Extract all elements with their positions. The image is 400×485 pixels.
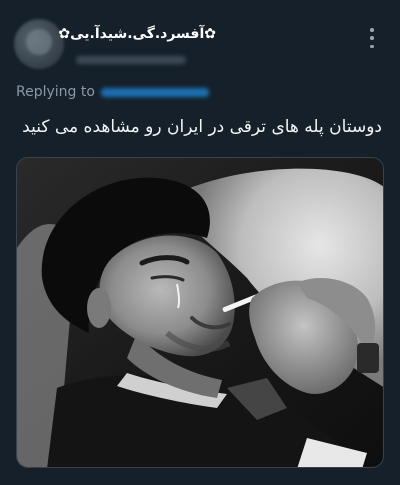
more-vertical-icon[interactable] [366,28,378,48]
author-display-name[interactable]: ✿آفسرد.گی.شیدآ.یی✿ [58,26,216,42]
replying-to-label: Replying to [16,84,95,100]
replying-to-line: Replying to [16,84,209,100]
author-handle-redacted [76,56,186,64]
tweet-card[interactable]: ✿آفسرد.گی.شیدآ.یی✿ Replying to دوستان پل… [0,0,400,485]
tweet-text: دوستان پله های ترقی در ایران رو مشاهده م… [22,117,382,137]
reply-handle-link-redacted[interactable] [100,87,209,97]
tweet-media-image[interactable] [16,157,384,468]
media-photo-illustration [17,158,383,467]
avatar[interactable] [14,19,64,69]
